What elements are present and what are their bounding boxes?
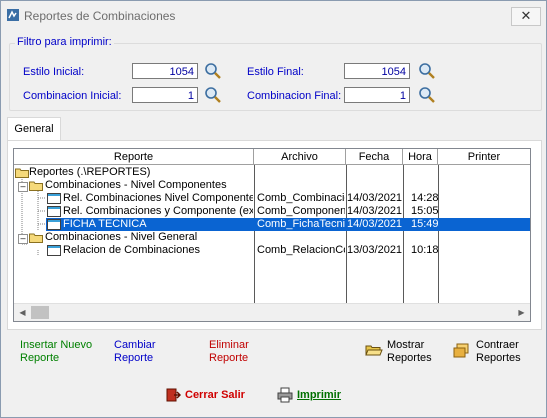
report-name: Combinaciones - Nivel Componentes bbox=[45, 179, 227, 191]
delete-label-2: Reporte bbox=[209, 352, 249, 364]
exit-icon bbox=[166, 388, 181, 402]
report-fecha: 14/03/2021 bbox=[347, 205, 403, 217]
change-label-2: Reporte bbox=[114, 352, 154, 364]
collapse-toggle[interactable]: – bbox=[18, 234, 28, 244]
report-name: Relacion de Combinaciones bbox=[63, 244, 200, 256]
report-tree[interactable]: Reporte Archivo Fecha Hora Printer Repor… bbox=[13, 148, 531, 322]
delete-label-1: Eliminar bbox=[209, 339, 249, 351]
report-name: Rel. Combinaciones y Componente (exce bbox=[63, 205, 253, 217]
scroll-right-icon[interactable]: ▶ bbox=[513, 304, 530, 321]
folder-icon bbox=[29, 181, 43, 191]
report-icon bbox=[47, 193, 61, 204]
column-header-fecha[interactable]: Fecha bbox=[346, 149, 403, 165]
column-header-printer[interactable]: Printer bbox=[438, 149, 530, 165]
estilo-inicial-label: Estilo Inicial: bbox=[23, 66, 85, 78]
scrollbar-thumb[interactable] bbox=[31, 306, 49, 319]
horizontal-scrollbar[interactable]: ◀ ▶ bbox=[14, 303, 530, 321]
tab-general[interactable]: General bbox=[7, 117, 61, 141]
collapse-label-1: Contraer bbox=[476, 339, 519, 351]
column-divider bbox=[346, 165, 347, 303]
tree-row[interactable]: Relacion de Combinaciones Comb_RelacionC… bbox=[14, 244, 530, 257]
folder-icon bbox=[15, 168, 29, 178]
tree-row[interactable]: Rel. Combinaciones Nivel Componente Comb… bbox=[14, 192, 530, 205]
tree-row[interactable]: – Combinaciones - Nivel Componentes bbox=[14, 179, 254, 192]
report-name: Combinaciones - Nivel General bbox=[45, 231, 198, 243]
tree-row[interactable]: Rel. Combinaciones y Componente (exce Co… bbox=[14, 205, 530, 218]
report-name: FICHA TECNICA bbox=[63, 218, 147, 230]
report-icon bbox=[47, 206, 61, 217]
tree-row[interactable]: – Combinaciones - Nivel General bbox=[14, 231, 254, 244]
report-archivo: Comb_Combinacio bbox=[257, 192, 345, 204]
report-name: Rel. Combinaciones Nivel Componente bbox=[63, 192, 253, 204]
printer-icon bbox=[277, 387, 293, 403]
report-hora: 14:28 bbox=[411, 192, 438, 204]
tree-row-selected[interactable]: FICHA TECNICA Comb_FichaTecni 14/03/2021… bbox=[14, 218, 530, 231]
close-exit-button[interactable]: Cerrar Salir bbox=[165, 387, 255, 405]
close-exit-label: Cerrar Salir bbox=[185, 389, 245, 401]
scroll-left-icon[interactable]: ◀ bbox=[14, 304, 31, 321]
change-report-button[interactable]: Cambiar Reporte bbox=[114, 339, 156, 365]
tree-row[interactable]: Reportes (.\REPORTES) bbox=[14, 166, 254, 179]
show-label-1: Mostrar bbox=[387, 339, 425, 351]
print-label: Imprimir bbox=[297, 389, 342, 401]
app-icon bbox=[7, 9, 19, 21]
print-button[interactable]: Imprimir bbox=[277, 387, 347, 405]
column-divider bbox=[438, 165, 439, 303]
column-header-reporte[interactable]: Reporte bbox=[14, 149, 254, 165]
stacked-folders-icon bbox=[453, 343, 469, 358]
report-hora: 10:18 bbox=[411, 244, 438, 256]
combinacion-inicial-input[interactable]: 1 bbox=[132, 87, 198, 103]
report-fecha: 14/03/2021 bbox=[347, 192, 403, 204]
filter-legend: Filtro para imprimir: bbox=[15, 36, 114, 48]
search-icon[interactable] bbox=[204, 86, 222, 104]
report-window: Reportes de Combinaciones ✕ Filtro para … bbox=[0, 0, 547, 418]
open-folder-icon bbox=[365, 345, 383, 356]
close-button[interactable]: ✕ bbox=[511, 7, 541, 26]
combinacion-inicial-label: Combinacion Inicial: bbox=[23, 90, 122, 102]
column-divider bbox=[254, 165, 255, 303]
combinacion-final-input[interactable]: 1 bbox=[344, 87, 410, 103]
search-icon[interactable] bbox=[204, 62, 222, 80]
estilo-inicial-input[interactable]: 1054 bbox=[132, 63, 198, 79]
report-fecha: 14/03/2021 bbox=[347, 218, 403, 230]
column-divider bbox=[403, 165, 404, 303]
insert-report-button[interactable]: Insertar Nuevo Reporte bbox=[20, 339, 92, 365]
change-label-1: Cambiar bbox=[114, 339, 156, 351]
search-icon[interactable] bbox=[418, 86, 436, 104]
report-archivo: Comb_RelacionCo bbox=[257, 244, 345, 256]
insert-label-1: Insertar Nuevo bbox=[20, 339, 93, 351]
column-header-archivo[interactable]: Archivo bbox=[254, 149, 346, 165]
estilo-final-label: Estilo Final: bbox=[247, 66, 304, 78]
report-archivo: Comb_FichaTecni bbox=[257, 218, 345, 230]
column-header-hora[interactable]: Hora bbox=[403, 149, 438, 165]
combinacion-final-label: Combinacion Final: bbox=[247, 90, 342, 102]
report-icon bbox=[47, 219, 61, 230]
insert-label-2: Reporte bbox=[20, 352, 60, 364]
search-icon[interactable] bbox=[418, 62, 436, 80]
report-name: Reportes (.\REPORTES) bbox=[29, 166, 151, 178]
report-icon bbox=[47, 245, 61, 256]
estilo-final-input[interactable]: 1054 bbox=[344, 63, 410, 79]
title-bar: Reportes de Combinaciones ✕ bbox=[1, 1, 546, 31]
collapse-toggle[interactable]: – bbox=[18, 182, 28, 192]
report-hora: 15:05 bbox=[411, 205, 438, 217]
window-title: Reportes de Combinaciones bbox=[24, 9, 176, 23]
folder-icon bbox=[29, 233, 43, 243]
report-hora: 15:49 bbox=[411, 218, 438, 230]
report-fecha: 13/03/2021 bbox=[347, 244, 403, 256]
collapse-label-2: Reportes bbox=[476, 352, 521, 364]
show-label-2: Reportes bbox=[387, 352, 432, 364]
report-archivo: Comb_Component bbox=[257, 205, 345, 217]
delete-report-button[interactable]: Eliminar Reporte bbox=[209, 339, 249, 365]
